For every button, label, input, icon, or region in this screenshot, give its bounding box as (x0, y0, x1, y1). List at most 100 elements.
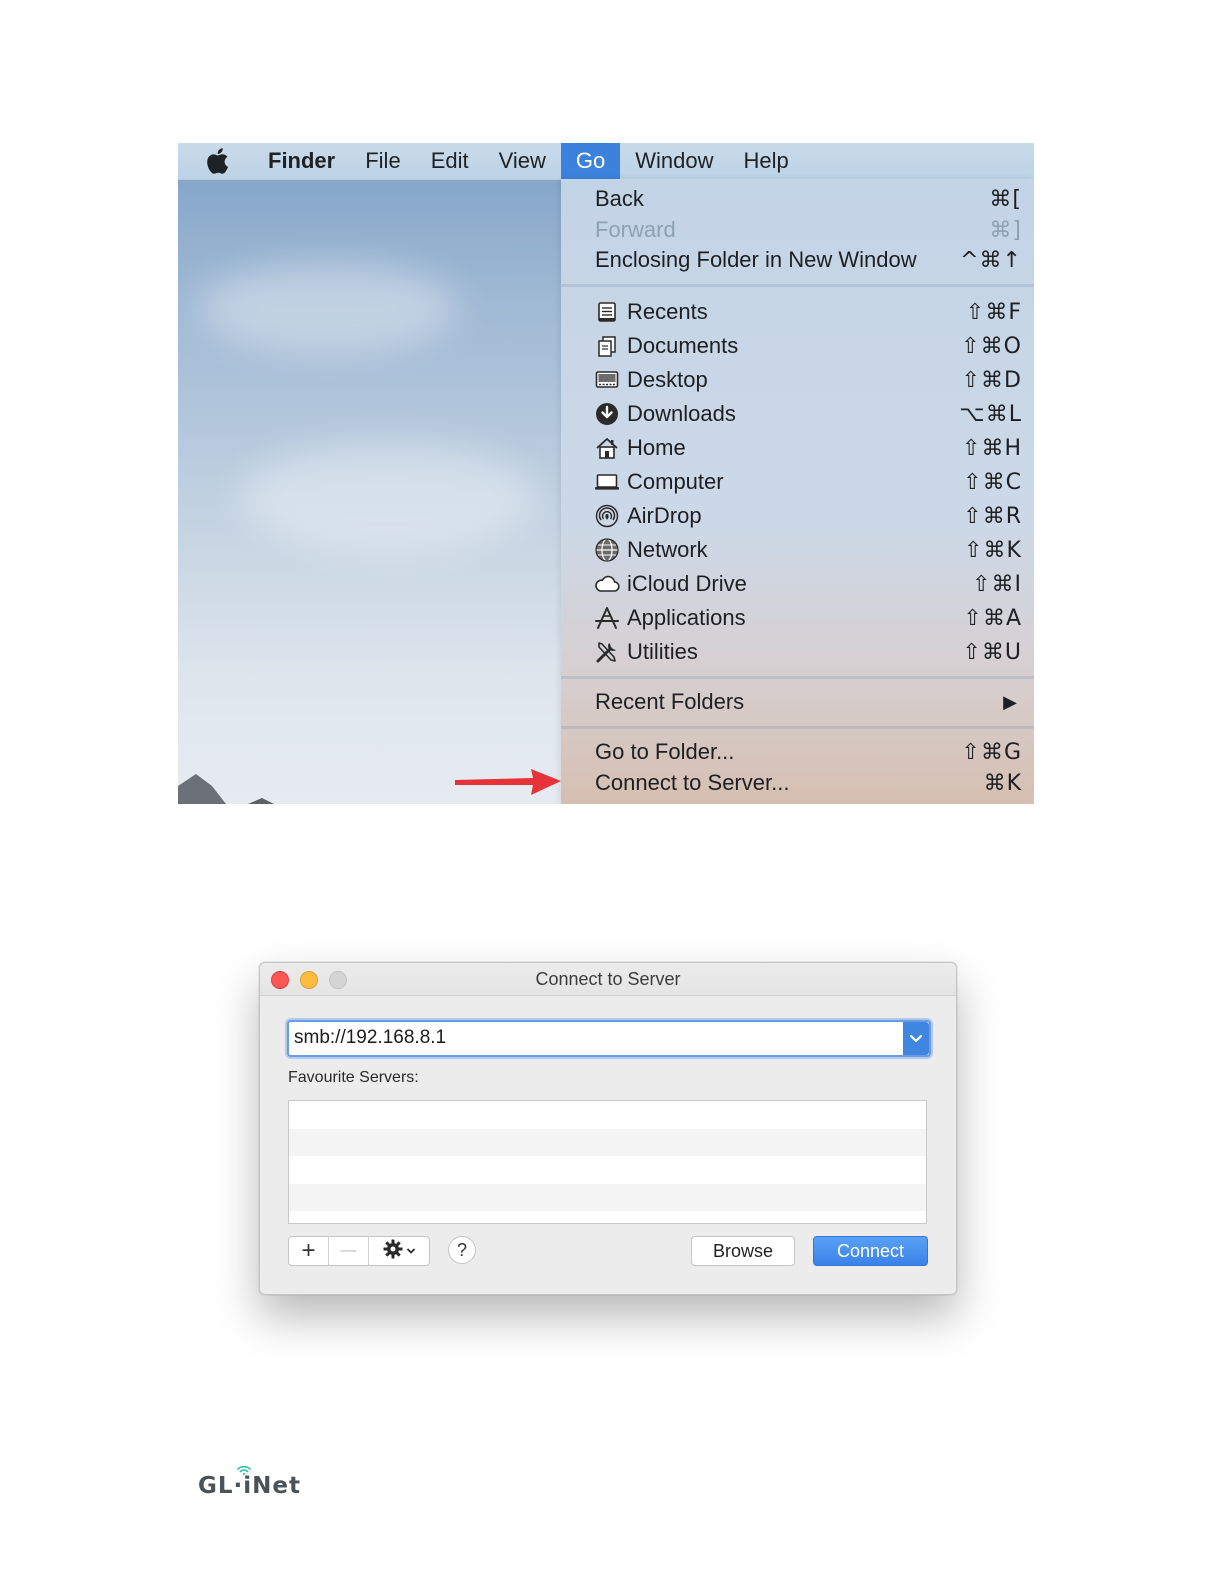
menu-item-shortcut: ⇧⌘O (961, 333, 1022, 359)
menu-item-shortcut: ⇧⌘H (962, 435, 1022, 461)
utilities-icon (594, 640, 620, 664)
menu-view[interactable]: View (484, 143, 561, 179)
menu-item-shortcut: ⇧⌘A (963, 605, 1022, 631)
menu-item-shortcut: ⇧⌘R (963, 503, 1022, 529)
menu-item-label: Go to Folder... (595, 739, 735, 764)
menu-help[interactable]: Help (729, 143, 804, 179)
connect-button[interactable]: Connect (813, 1236, 928, 1266)
network-icon (594, 538, 620, 562)
list-item (289, 1128, 926, 1156)
dialog-title: Connect to Server (535, 969, 681, 989)
menu-item-shortcut: ⇧⌘U (962, 639, 1022, 665)
menu-separator (561, 726, 1034, 729)
menu-item-label: Network (627, 537, 708, 562)
menu-item-label: Documents (627, 333, 739, 358)
menu-item-label: Applications (627, 605, 746, 630)
menu-item-label: AirDrop (627, 503, 702, 528)
menu-separator (561, 676, 1034, 679)
menu-file[interactable]: File (350, 143, 415, 179)
menu-item-back[interactable]: Back ⌘[ (561, 183, 1034, 215)
menu-app-finder[interactable]: Finder (268, 143, 350, 179)
menu-item-label: Home (627, 435, 686, 460)
menu-item-computer[interactable]: Computer ⇧⌘C (561, 466, 1034, 498)
chevron-down-icon[interactable] (903, 1022, 929, 1055)
apple-icon[interactable] (202, 146, 232, 176)
favourites-control-group: + — (288, 1236, 430, 1266)
menu-item-shortcut: ⇧⌘F (965, 299, 1022, 325)
menu-item-label: Utilities (627, 639, 698, 664)
list-item (289, 1156, 926, 1184)
chevron-down-icon (406, 1242, 416, 1260)
menu-item-shortcut: ⇧⌘D (961, 367, 1022, 393)
logo-text: GL·iNet (198, 1473, 301, 1499)
action-menu-button[interactable] (369, 1237, 429, 1265)
menu-item-shortcut: ^⌘↑ (960, 247, 1022, 273)
menu-item-applications[interactable]: Applications ⇧⌘A (561, 602, 1034, 634)
menu-item-shortcut: ⇧⌘G (961, 739, 1022, 765)
menu-item-shortcut: ⌘] (989, 217, 1022, 243)
menu-item-label: Recents (627, 299, 708, 324)
menu-item-label: Downloads (627, 401, 736, 426)
finder-go-menu-screenshot: Finder File Edit View Go Window Help Bac… (178, 143, 1034, 804)
add-server-button[interactable]: + (289, 1237, 329, 1265)
home-icon (594, 436, 620, 460)
menu-item-shortcut: ⌥⌘L (959, 401, 1022, 427)
gl-inet-logo: GL·iNet (198, 1465, 308, 1505)
menu-item-label: Desktop (627, 367, 708, 392)
computer-icon (594, 470, 620, 494)
downloads-icon (594, 402, 620, 426)
menu-item-shortcut: ⇧⌘K (964, 537, 1022, 563)
list-item (289, 1101, 926, 1129)
menu-item-utilities[interactable]: Utilities ⇧⌘U (561, 636, 1034, 668)
connect-to-server-dialog: Connect to Server smb://192.168.8.1 Favo… (259, 962, 957, 1295)
mountain-silhouette (178, 774, 274, 804)
menu-item-label: iCloud Drive (627, 571, 747, 596)
menu-item-shortcut: ⇧⌘I (972, 571, 1022, 597)
menu-item-label: Enclosing Folder in New Window (595, 247, 917, 272)
menu-edit[interactable]: Edit (416, 143, 484, 179)
favourite-servers-label: Favourite Servers: (288, 1069, 419, 1086)
menu-separator (561, 284, 1034, 287)
gear-icon (383, 1239, 403, 1264)
server-address-combobox[interactable]: smb://192.168.8.1 (287, 1020, 931, 1057)
applications-icon (594, 606, 620, 630)
menu-item-go-to-folder[interactable]: Go to Folder... ⇧⌘G (561, 736, 1034, 768)
menu-bar: Finder File Edit View Go Window Help (178, 143, 1034, 180)
desktop-icon (594, 368, 620, 392)
menu-item-shortcut: ⇧⌘C (963, 469, 1022, 495)
menu-go[interactable]: Go (560, 143, 621, 179)
server-address-input[interactable]: smb://192.168.8.1 (294, 1027, 446, 1049)
icloud-icon (594, 572, 620, 596)
browse-button[interactable]: Browse (691, 1236, 795, 1266)
menu-item-icloud-drive[interactable]: iCloud Drive ⇧⌘I (561, 568, 1034, 600)
menu-item-network[interactable]: Network ⇧⌘K (561, 534, 1034, 566)
remove-server-button[interactable]: — (329, 1237, 369, 1265)
menu-item-recents[interactable]: Recents ⇧⌘F (561, 296, 1034, 328)
menu-item-desktop[interactable]: Desktop ⇧⌘D (561, 364, 1034, 396)
documents-icon (594, 334, 620, 358)
menu-item-forward: Forward ⌘] (561, 214, 1034, 246)
dialog-titlebar: Connect to Server (260, 963, 956, 996)
menu-window[interactable]: Window (620, 143, 728, 179)
menu-item-shortcut: ⌘K (983, 770, 1022, 796)
go-menu-dropdown: Back ⌘[ Forward ⌘] Enclosing Folder in N… (561, 179, 1034, 804)
menu-item-recent-folders[interactable]: Recent Folders ▶ (561, 686, 1034, 718)
sky-cloud (238, 443, 538, 553)
menu-item-label: Back (595, 186, 644, 211)
red-arrow-annotation-icon (455, 769, 561, 795)
menu-item-home[interactable]: Home ⇧⌘H (561, 432, 1034, 464)
recents-icon (594, 300, 620, 324)
help-button[interactable]: ? (448, 1236, 476, 1264)
list-item (289, 1183, 926, 1211)
favourite-servers-list[interactable] (288, 1100, 927, 1224)
airdrop-icon (594, 504, 620, 528)
menu-item-label: Recent Folders (595, 689, 745, 714)
menu-item-documents[interactable]: Documents ⇧⌘O (561, 330, 1034, 362)
sky-cloud (198, 263, 458, 353)
menu-item-airdrop[interactable]: AirDrop ⇧⌘R (561, 500, 1034, 532)
menu-item-label: Forward (595, 217, 676, 242)
menu-item-enclosing-folder[interactable]: Enclosing Folder in New Window ^⌘↑ (561, 244, 1034, 276)
submenu-arrow-icon: ▶ (1003, 691, 1018, 713)
menu-item-connect-to-server[interactable]: Connect to Server... ⌘K (561, 767, 1034, 799)
menu-item-downloads[interactable]: Downloads ⌥⌘L (561, 398, 1034, 430)
